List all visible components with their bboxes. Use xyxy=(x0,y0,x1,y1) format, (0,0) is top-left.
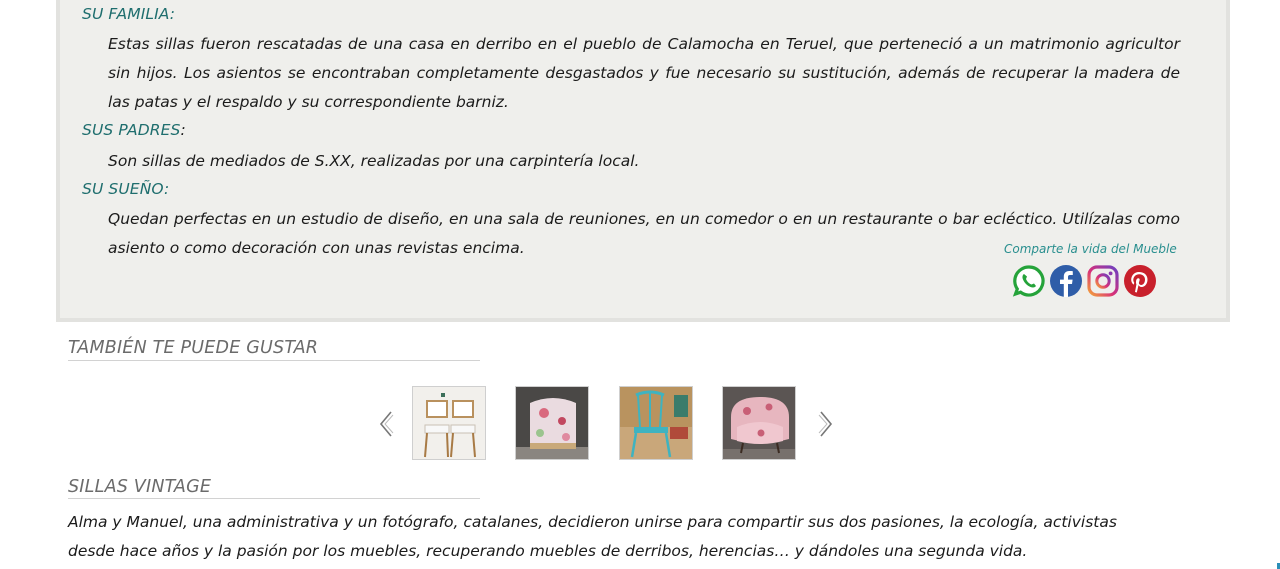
brand-title: SILLAS VINTAGE xyxy=(68,477,212,497)
brand-title-divider xyxy=(68,498,480,499)
chevron-left-icon[interactable] xyxy=(378,410,394,438)
white-chairs-thumbnail[interactable] xyxy=(412,386,486,460)
parents-heading: SUS PADRES: xyxy=(82,121,186,139)
share-label: Comparte la vida del Mueble xyxy=(1004,242,1177,256)
dream-heading: SU SUEÑO: xyxy=(82,180,170,198)
facebook-icon[interactable] xyxy=(1049,264,1083,298)
chevron-right-icon[interactable] xyxy=(818,410,834,438)
family-text: Estas sillas fueron rescatadas de una ca… xyxy=(108,35,1180,111)
pinterest-icon[interactable] xyxy=(1123,264,1157,298)
pink-armchair-thumbnail[interactable] xyxy=(722,386,796,460)
whatsapp-icon[interactable] xyxy=(1012,264,1046,298)
related-products-title: TAMBIÉN TE PUEDE GUSTAR xyxy=(68,338,319,358)
family-heading: SU FAMILIA: xyxy=(82,5,176,23)
parents-text: Son sillas de mediados de S.XX, realizad… xyxy=(108,152,640,170)
related-title-divider xyxy=(68,360,480,361)
share-icons xyxy=(1012,264,1157,298)
instagram-icon[interactable] xyxy=(1086,264,1120,298)
brand-description: Alma y Manuel, una administrativa y un f… xyxy=(68,513,1117,560)
turquoise-chair-thumbnail[interactable] xyxy=(619,386,693,460)
floral-armchair-thumbnail[interactable] xyxy=(515,386,589,460)
